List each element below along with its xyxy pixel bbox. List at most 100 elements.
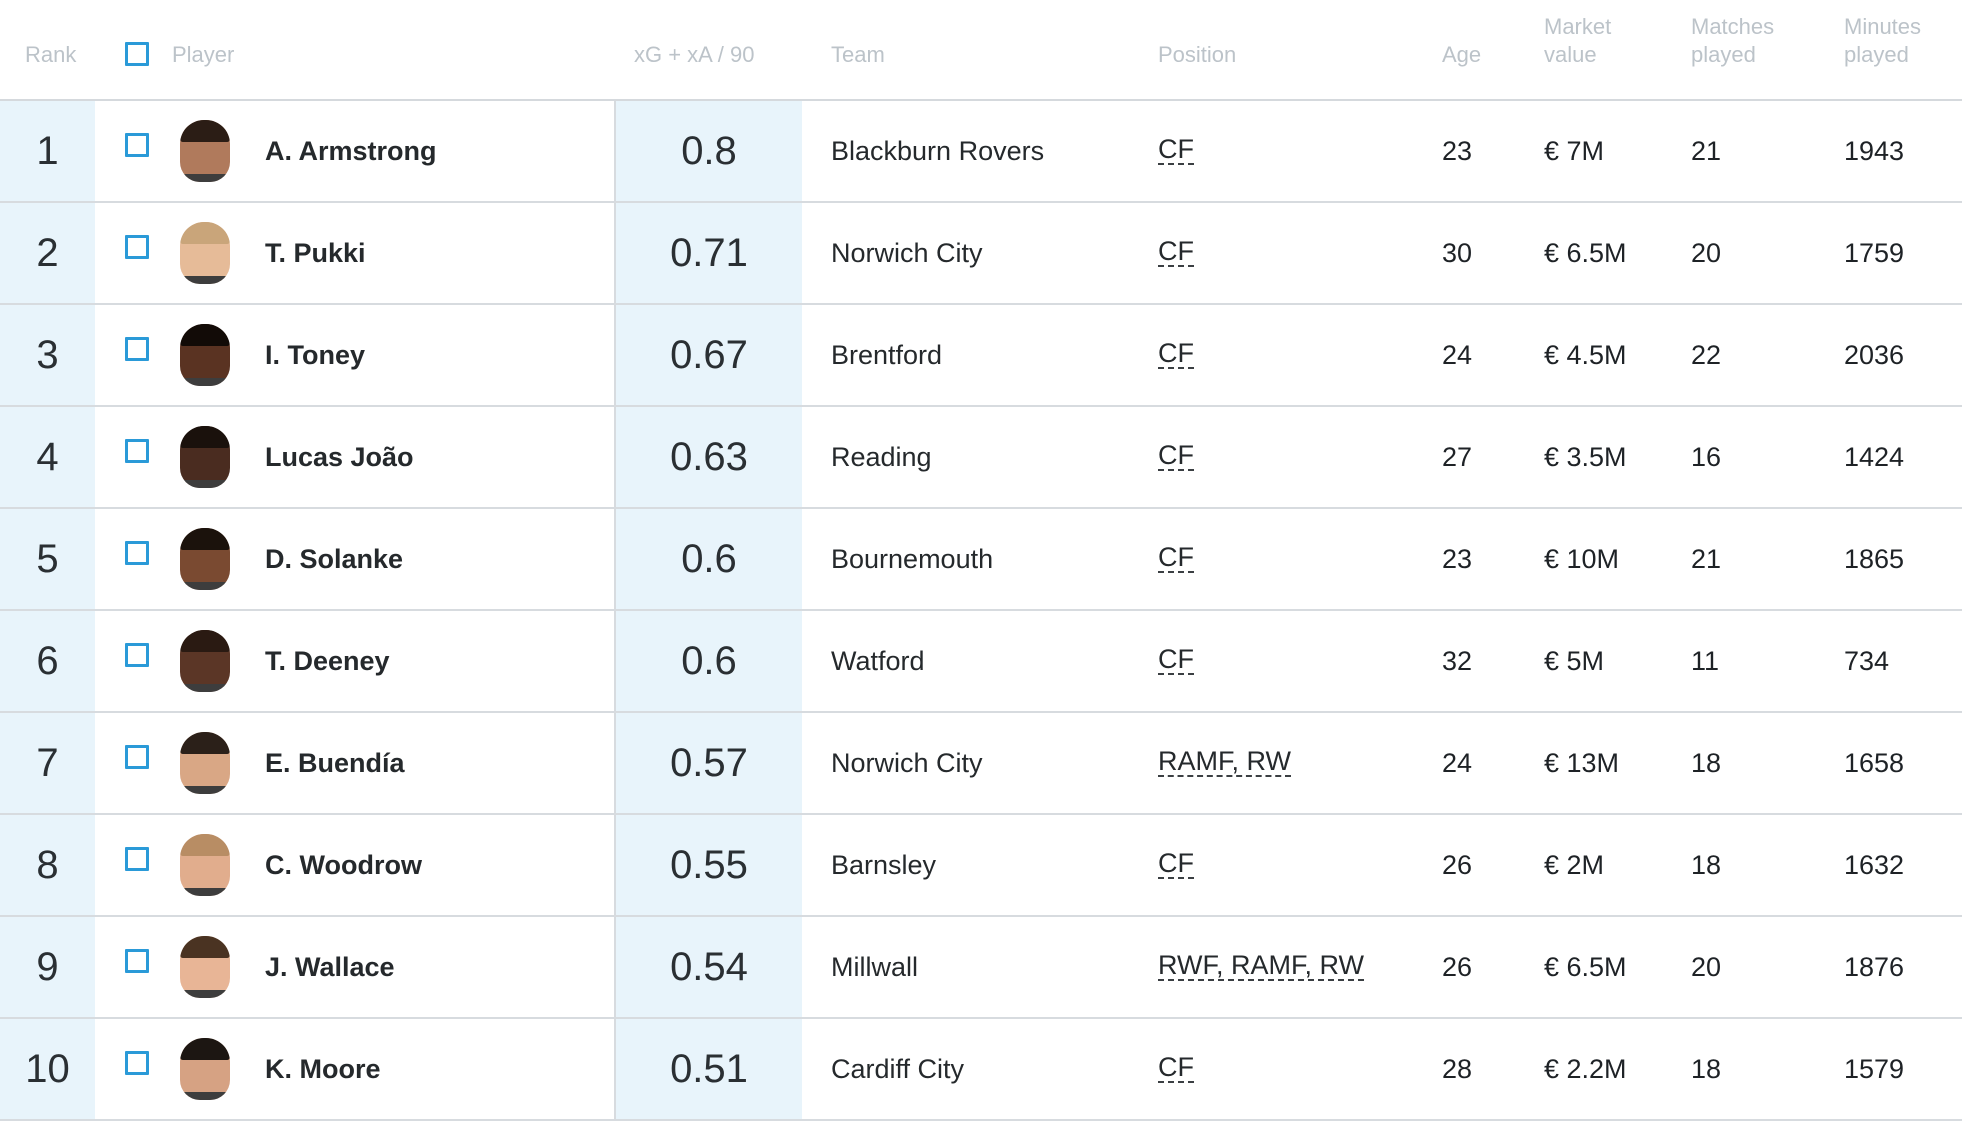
- metric-value: 0.63: [670, 434, 748, 479]
- avatar-shirt: [180, 378, 230, 386]
- metric-cell: 0.67: [614, 305, 802, 405]
- row-checkbox[interactable]: [125, 503, 149, 603]
- avatar-shirt: [180, 174, 230, 182]
- table-row[interactable]: 8 C. Woodrow 0.55 Barnsley CF 26 € 2M 18…: [0, 815, 1962, 917]
- position-value[interactable]: CF: [1158, 136, 1194, 165]
- checkbox-box[interactable]: [125, 541, 149, 565]
- row-checkbox[interactable]: [125, 401, 149, 501]
- position-cell: RAMF, RW: [1158, 713, 1291, 813]
- matches-played: 18: [1691, 1053, 1722, 1084]
- position-value[interactable]: CF: [1158, 340, 1194, 369]
- checkbox-box[interactable]: [125, 1051, 149, 1075]
- metric-cell: 0.6: [614, 611, 802, 711]
- team-name[interactable]: Norwich City: [831, 713, 983, 813]
- player-name[interactable]: T. Pukki: [265, 203, 366, 303]
- checkbox-box[interactable]: [125, 847, 149, 871]
- header-minutes-played[interactable]: Minutes played: [1844, 13, 1921, 69]
- rank-value: 3: [36, 332, 59, 377]
- position-value[interactable]: CF: [1158, 850, 1194, 879]
- row-checkbox[interactable]: [125, 605, 149, 705]
- team-name[interactable]: Brentford: [831, 305, 942, 405]
- team-name[interactable]: Blackburn Rovers: [831, 101, 1044, 201]
- table-row[interactable]: 5 D. Solanke 0.6 Bournemouth CF 23 € 10M…: [0, 509, 1962, 611]
- player-name[interactable]: J. Wallace: [265, 917, 395, 1017]
- avatar-shirt: [180, 786, 230, 794]
- team-name[interactable]: Norwich City: [831, 203, 983, 303]
- team-name[interactable]: Cardiff City: [831, 1019, 964, 1119]
- position-value[interactable]: RAMF, RW: [1158, 748, 1291, 777]
- team-name[interactable]: Bournemouth: [831, 509, 993, 609]
- row-checkbox[interactable]: [125, 197, 149, 297]
- row-checkbox[interactable]: [125, 809, 149, 909]
- row-checkbox[interactable]: [125, 299, 149, 399]
- team-name[interactable]: Watford: [831, 611, 925, 711]
- header-market-value[interactable]: Market value: [1544, 13, 1611, 69]
- checkbox-box[interactable]: [125, 949, 149, 973]
- avatar-shirt: [180, 582, 230, 590]
- header-player[interactable]: Player: [172, 41, 234, 69]
- row-checkbox[interactable]: [125, 911, 149, 1011]
- position-value[interactable]: CF: [1158, 646, 1194, 675]
- team-name[interactable]: Barnsley: [831, 815, 936, 915]
- position-cell: CF: [1158, 815, 1194, 915]
- rank-value: 6: [36, 638, 59, 683]
- player-name[interactable]: Lucas João: [265, 407, 414, 507]
- player-name[interactable]: D. Solanke: [265, 509, 403, 609]
- row-checkbox[interactable]: [125, 1013, 149, 1113]
- position-value[interactable]: CF: [1158, 238, 1194, 267]
- row-checkbox[interactable]: [125, 95, 149, 195]
- header-rank[interactable]: Rank: [25, 41, 76, 69]
- checkbox-box[interactable]: [125, 133, 149, 157]
- header-team[interactable]: Team: [831, 41, 885, 69]
- player-avatar: [180, 407, 230, 507]
- header-matches-played[interactable]: Matches played: [1691, 13, 1774, 69]
- select-all-checkbox[interactable]: [125, 42, 149, 66]
- table-row[interactable]: 10 K. Moore 0.51 Cardiff City CF 28 € 2.…: [0, 1019, 1962, 1121]
- market-value: € 13M: [1544, 747, 1620, 778]
- table-row[interactable]: 6 T. Deeney 0.6 Watford CF 32 € 5M 11 73…: [0, 611, 1962, 713]
- table-row[interactable]: 7 E. Buendía 0.57 Norwich City RAMF, RW …: [0, 713, 1962, 815]
- header-metric[interactable]: xG + xA / 90: [634, 41, 754, 69]
- metric-value: 0.6: [681, 536, 737, 581]
- rank-cell: 4: [0, 407, 95, 507]
- header-matches-line1: Matches: [1691, 14, 1775, 39]
- position-value[interactable]: CF: [1158, 544, 1194, 573]
- header-position[interactable]: Position: [1158, 41, 1236, 69]
- player-name[interactable]: T. Deeney: [265, 611, 390, 711]
- checkbox-box[interactable]: [125, 235, 149, 259]
- table-body: 1 A. Armstrong 0.8 Blackburn Rovers CF 2…: [0, 101, 1962, 1121]
- market-value: € 7M: [1544, 135, 1605, 166]
- checkbox-box[interactable]: [125, 337, 149, 361]
- table-row[interactable]: 1 A. Armstrong 0.8 Blackburn Rovers CF 2…: [0, 101, 1962, 203]
- header-age[interactable]: Age: [1442, 41, 1481, 69]
- metric-value: 0.54: [670, 944, 748, 989]
- table-row[interactable]: 3 I. Toney 0.67 Brentford CF 24 € 4.5M 2…: [0, 305, 1962, 407]
- team-name[interactable]: Reading: [831, 407, 932, 507]
- table-row[interactable]: 9 J. Wallace 0.54 Millwall RWF, RAMF, RW…: [0, 917, 1962, 1019]
- metric-value: 0.55: [670, 842, 748, 887]
- player-name[interactable]: A. Armstrong: [265, 101, 437, 201]
- player-avatar: [180, 815, 230, 915]
- avatar-hair: [180, 834, 230, 856]
- metric-cell: 0.57: [614, 713, 802, 813]
- age-value: 26: [1442, 849, 1473, 880]
- position-value[interactable]: CF: [1158, 442, 1194, 471]
- player-name[interactable]: I. Toney: [265, 305, 365, 405]
- avatar: [180, 834, 230, 896]
- checkbox-box[interactable]: [125, 745, 149, 769]
- row-checkbox[interactable]: [125, 707, 149, 807]
- player-name[interactable]: C. Woodrow: [265, 815, 422, 915]
- player-name[interactable]: E. Buendía: [265, 713, 405, 813]
- table-row[interactable]: 4 Lucas João 0.63 Reading CF 27 € 3.5M 1…: [0, 407, 1962, 509]
- position-value[interactable]: CF: [1158, 1054, 1194, 1083]
- checkbox-box[interactable]: [125, 643, 149, 667]
- checkbox-box[interactable]: [125, 439, 149, 463]
- minutes-played: 1943: [1844, 135, 1905, 166]
- team-name[interactable]: Millwall: [831, 917, 918, 1017]
- position-value[interactable]: RWF, RAMF, RW: [1158, 952, 1364, 981]
- avatar-hair: [180, 732, 230, 754]
- metric-value: 0.6: [681, 638, 737, 683]
- position-cell: CF: [1158, 407, 1194, 507]
- table-row[interactable]: 2 T. Pukki 0.71 Norwich City CF 30 € 6.5…: [0, 203, 1962, 305]
- player-name[interactable]: K. Moore: [265, 1019, 381, 1119]
